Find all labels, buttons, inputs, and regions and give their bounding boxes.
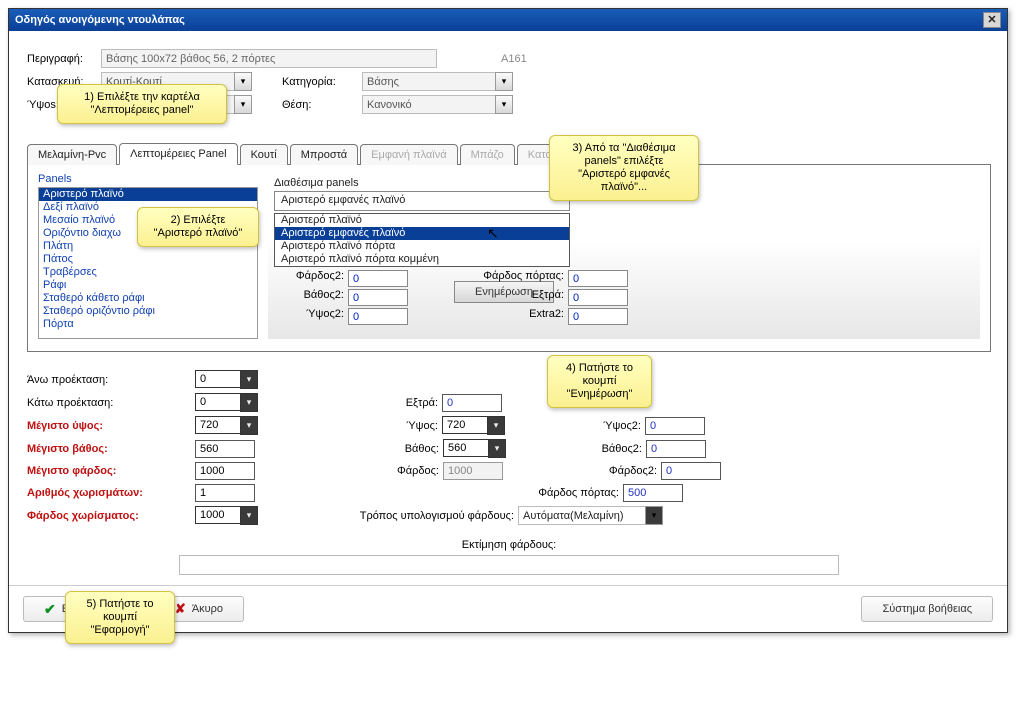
katw-label: Κάτω προέκταση: (27, 397, 195, 409)
callout-5: 5) Πατήστε το κουμπί "Εφαρμογή" (65, 591, 175, 644)
available-dropdown[interactable]: Αριστερό πλαϊνό Αριστερό εμφανές πλαϊνό … (274, 213, 570, 267)
ektimisi-input[interactable] (179, 555, 839, 575)
tropos-select[interactable] (518, 506, 646, 525)
list-item[interactable]: Αριστερό πλαϊνό (39, 188, 257, 201)
titlebar: Οδηγός ανοιγόμενης ντουλάπας ✕ (9, 9, 1007, 31)
extra2-input[interactable] (568, 308, 628, 325)
ypsos-label: Ύψος: (362, 420, 442, 432)
dropdown-item[interactable]: Αριστερό πλαϊνό πόρτα (275, 240, 569, 253)
chevron-down-icon[interactable] (487, 416, 505, 435)
ypsos2-label: Ύψος2: (565, 420, 645, 432)
fardos2-label: Φάρδος2: (581, 465, 661, 477)
ypsos2-lower-input[interactable] (645, 417, 705, 435)
dropdown-item[interactable]: Αριστερό εμφανές πλαϊνό (275, 227, 569, 240)
vathos2-lower-input[interactable] (646, 440, 706, 458)
fardos2-input[interactable] (348, 270, 408, 287)
tabrow: Μελαμίνη-Pvc Λεπτομέρειες Panel Κουτί Μπ… (27, 142, 991, 165)
katigoria-select[interactable] (362, 72, 496, 91)
tropos-label: Τρόπος υπολογισμού φάρδους: (308, 510, 518, 522)
list-item[interactable]: Σταθερό οριζόντιο ράφι (39, 305, 257, 318)
extra-lower-input[interactable] (442, 394, 502, 412)
chevron-down-icon[interactable] (488, 439, 506, 458)
list-item[interactable]: Ράφι (39, 279, 257, 292)
fardosportas-input[interactable] (568, 270, 628, 287)
tab-mprosta[interactable]: Μπροστά (290, 144, 358, 165)
chevron-down-icon[interactable] (240, 416, 258, 435)
list-item[interactable]: Σταθερό κάθετο ράφι (39, 292, 257, 305)
ypsos2-label: Ύψος2: (274, 308, 348, 325)
extra-label: Εξτρά: (408, 289, 568, 306)
fardosportas-lower-input[interactable] (623, 484, 683, 502)
fardxor-label: Φάρδος χωρίσματος: (27, 510, 195, 522)
list-item[interactable]: Πόρτα (39, 318, 257, 331)
chevron-down-icon[interactable] (234, 95, 252, 114)
callout-3: 3) Από τα "Διαθέσιμα panels" επιλέξτε "Α… (549, 135, 699, 201)
katw-select[interactable] (195, 393, 241, 411)
window-title: Οδηγός ανοιγόμενης ντουλάπας (15, 9, 185, 31)
callout-4: 4) Πατήστε το κουμπί "Ενημέρωση" (547, 355, 652, 408)
chevron-down-icon[interactable] (240, 506, 258, 525)
perigrafi-input[interactable] (101, 49, 437, 68)
help-button[interactable]: Σύστημα βοήθειας (861, 596, 993, 622)
callout-1: 1) Επιλέξτε την καρτέλα "Λεπτομέρειες pa… (57, 84, 227, 124)
extra-label: Εξτρά: (362, 397, 442, 409)
maxyps-select[interactable] (195, 416, 241, 434)
tab-melamini[interactable]: Μελαμίνη-Pvc (27, 144, 117, 165)
anw-label: Άνω προέκταση: (27, 374, 195, 386)
chevron-down-icon[interactable] (240, 370, 258, 389)
vathos-select[interactable] (443, 439, 489, 457)
vathos2-label: Βάθος2: (274, 289, 348, 306)
ektimisi-label: Εκτίμηση φάρδους: (27, 539, 991, 551)
vathos2-input[interactable] (348, 289, 408, 306)
panels-title: Panels (38, 173, 258, 185)
fardos-lower-input (443, 462, 503, 480)
list-item[interactable]: Τραβέρσες (39, 266, 257, 279)
available-combobox[interactable]: Αριστερό εμφανές πλαϊνό (274, 191, 570, 211)
check-icon: ✔ (44, 601, 56, 618)
ypsos-select[interactable] (442, 416, 488, 434)
chevron-down-icon[interactable] (495, 72, 513, 91)
tab-emfani: Εμφανή πλαϊνά (360, 144, 457, 165)
katigoria-label: Κατηγορία: (282, 76, 356, 88)
fardosportas-label: Φάρδος πόρτας: (408, 270, 568, 287)
chevron-down-icon[interactable] (645, 506, 663, 525)
arithxor-label: Αριθμός χωρισμάτων: (27, 487, 195, 499)
fardos2-label: Φάρδος2: (274, 270, 348, 287)
ypsos2-input[interactable] (348, 308, 408, 325)
list-item[interactable]: Πάτος (39, 253, 257, 266)
maxyps-label: Μέγιστο ύψος: (27, 420, 195, 432)
fardos-label: Φάρδος: (363, 465, 443, 477)
fardos2-lower-input[interactable] (661, 462, 721, 480)
maxfard-label: Μέγιστο φάρδος: (27, 465, 195, 477)
extra-input[interactable] (568, 289, 628, 306)
perigrafi-label: Περιγραφή: (27, 53, 95, 65)
vathos2-label: Βάθος2: (566, 443, 646, 455)
vathos-label: Βάθος: (363, 443, 443, 455)
chevron-down-icon[interactable] (234, 72, 252, 91)
tab-kouti[interactable]: Κουτί (240, 144, 288, 165)
fardosportas-label: Φάρδος πόρτας: (503, 487, 623, 499)
chevron-down-icon[interactable] (495, 95, 513, 114)
close-icon[interactable]: ✕ (983, 12, 1001, 28)
thesi-select[interactable] (362, 95, 496, 114)
chevron-down-icon[interactable] (240, 393, 258, 412)
cross-icon: ✘ (175, 601, 186, 617)
maxvath-label: Μέγιστο βάθος: (27, 443, 195, 455)
fardxor-select[interactable] (195, 506, 241, 524)
anw-select[interactable] (195, 370, 241, 388)
maxvath-input[interactable] (195, 440, 255, 458)
tab-mpazo: Μπάζο (460, 144, 515, 165)
arithxor-input[interactable] (195, 484, 255, 502)
thesi-label: Θέση: (282, 99, 356, 111)
tab-leptomeries[interactable]: Λεπτομέρειες Panel (119, 143, 237, 165)
code-label: A161 (501, 53, 527, 65)
dropdown-item[interactable]: Αριστερό πλαϊνό (275, 214, 569, 227)
callout-2: 2) Επιλέξτε "Αριστερό πλαϊνό" (137, 207, 259, 247)
maxfard-input[interactable] (195, 462, 255, 480)
dropdown-item[interactable]: Αριστερό πλαϊνό πόρτα κομμένη (275, 253, 569, 266)
extra2-label: Extra2: (408, 308, 568, 325)
